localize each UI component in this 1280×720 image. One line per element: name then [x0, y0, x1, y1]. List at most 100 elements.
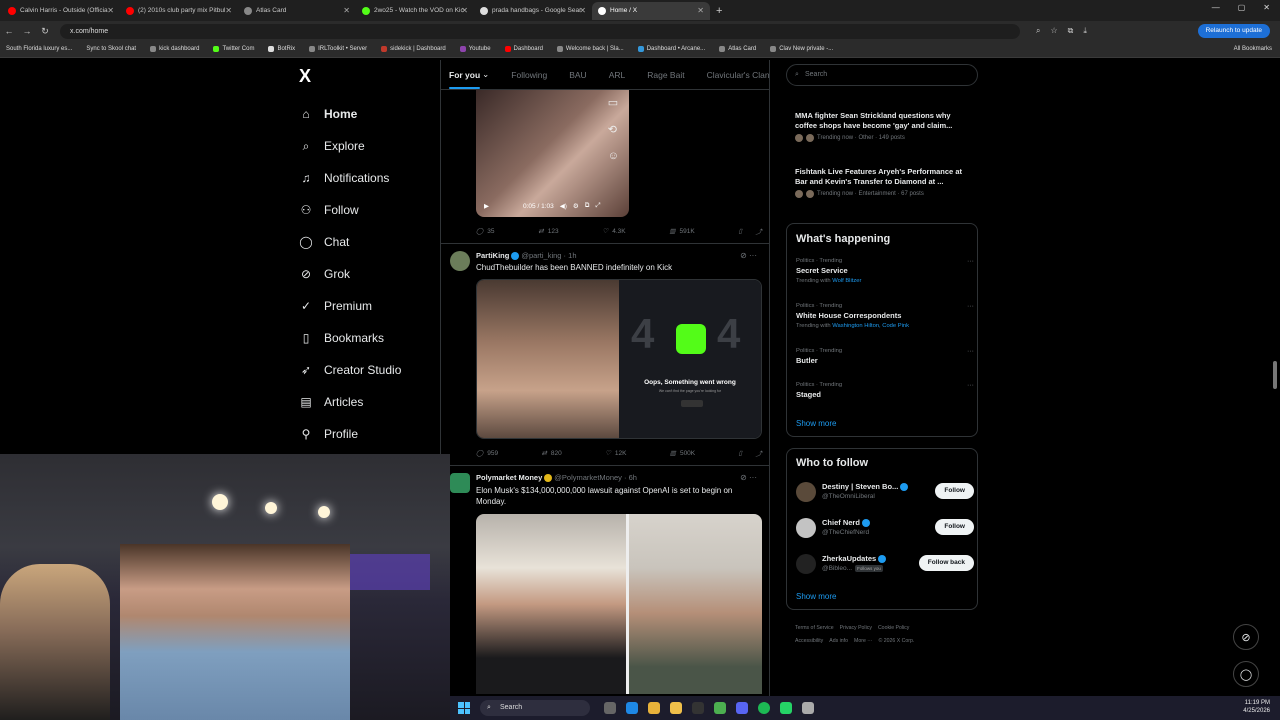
nav-item-chat[interactable]: ◯ Chat: [299, 226, 439, 258]
fullscreen-icon[interactable]: ⤢: [595, 202, 600, 210]
camera-icon[interactable]: ▭: [608, 96, 619, 109]
new-tab-button[interactable]: +: [716, 5, 722, 17]
nav-item-grok[interactable]: ⊘ Grok: [299, 258, 439, 290]
x-logo-icon[interactable]: X: [299, 66, 311, 87]
trend-item[interactable]: Politics · Trending Secret Service Trendin…: [796, 258, 974, 284]
close-tab-icon[interactable]: ✕: [697, 6, 704, 15]
maximize-icon[interactable]: ▢: [1238, 3, 1246, 12]
follow-button[interactable]: Follow: [935, 519, 974, 535]
star-icon[interactable]: ☆: [1050, 26, 1057, 36]
views-button[interactable]: ▥ 500K: [670, 448, 695, 458]
bookmark-item[interactable]: Clav New private -...: [770, 46, 833, 52]
nav-item-bookmarks[interactable]: ▯ Bookmarks: [299, 322, 439, 354]
author-name[interactable]: Polymarket Money: [476, 473, 542, 482]
app-icon[interactable]: [626, 702, 638, 714]
clock[interactable]: 11:19 PM 4/25/2026: [1243, 699, 1270, 715]
bookmark-icon[interactable]: ▯: [739, 227, 743, 235]
post-image[interactable]: [476, 514, 762, 694]
nav-item-articles[interactable]: ▤ Articles: [299, 386, 439, 418]
tab-arl[interactable]: ARL: [609, 70, 626, 80]
suggestion-name[interactable]: Chief Nerd: [822, 518, 872, 528]
video-player[interactable]: ▭ ⟲ ☺ ▶ 0:05 / 1:03 ◀) ⚙ ⧉ ⤢: [476, 90, 629, 217]
browser-tab[interactable]: Home / X ✕: [592, 1, 710, 20]
footer-link[interactable]: Cookie Policy: [878, 625, 909, 631]
extensions-icon[interactable]: ⧉: [1068, 26, 1074, 36]
volume-icon[interactable]: ◀): [560, 202, 567, 210]
close-tab-icon[interactable]: ✕: [225, 6, 232, 15]
tab-following[interactable]: Following: [511, 70, 547, 80]
scrollbar[interactable]: [1273, 61, 1277, 716]
all-bookmarks[interactable]: All Bookmarks: [1234, 46, 1272, 52]
follow-button[interactable]: Follow: [935, 483, 974, 499]
nav-item-premium[interactable]: ✓ Premium: [299, 290, 439, 322]
like-button[interactable]: ♡ 4.3K: [602, 226, 625, 236]
show-more-link[interactable]: Show more: [796, 592, 836, 601]
spotify-icon[interactable]: [758, 702, 770, 714]
trend-item[interactable]: Politics · Trending White House Correspon…: [796, 303, 974, 329]
nav-item-follow[interactable]: ⚇ Follow: [299, 194, 439, 226]
footer-link[interactable]: Accessibility: [795, 638, 823, 644]
reply-button[interactable]: ◯ 959: [476, 448, 498, 458]
settings-icon[interactable]: ⚙: [573, 202, 579, 210]
avatar[interactable]: [796, 482, 816, 502]
footer-link[interactable]: © 2026 X Corp.: [878, 638, 914, 644]
taskbar-search[interactable]: ⌕ Search: [480, 700, 590, 716]
more-icon[interactable]: ⊘ ···: [740, 251, 757, 260]
download-icon[interactable]: ⤓: [1083, 26, 1087, 36]
tab-rage-bait[interactable]: Rage Bait: [647, 70, 684, 80]
footer-link[interactable]: More ···: [854, 638, 872, 644]
play-icon[interactable]: ▶: [484, 202, 489, 210]
bookmark-item[interactable]: BotRix: [268, 46, 295, 52]
browser-tab[interactable]: 2wo25 - Watch the VOD on Kic ✕: [356, 2, 474, 20]
author-name[interactable]: PartiKing: [476, 251, 509, 260]
relaunch-button[interactable]: Relaunch to update: [1197, 24, 1270, 38]
browser-tab[interactable]: prada handbags - Google Sear ✕: [474, 2, 592, 20]
nav-item-notifications[interactable]: ♫ Notifications: [299, 162, 439, 194]
trend-item[interactable]: Politics · Trending Butler ···: [796, 348, 974, 365]
follow-button[interactable]: Follow back: [918, 555, 974, 571]
app-icon[interactable]: [780, 702, 792, 714]
app-icon[interactable]: [802, 702, 814, 714]
avatar[interactable]: [796, 554, 816, 574]
nav-item-home[interactable]: ⌂ Home: [299, 98, 439, 130]
bookmark-item[interactable]: Twitter Com: [213, 46, 254, 52]
tab-for-you[interactable]: For you: [449, 70, 481, 89]
forward-icon[interactable]: →: [18, 26, 36, 36]
footer-link[interactable]: Privacy Policy: [840, 625, 872, 631]
tab-bau[interactable]: BAU: [569, 70, 586, 80]
bookmark-item[interactable]: Sync to Skool chat: [86, 46, 136, 52]
suggestion-name[interactable]: Destiny | Steven Bo...: [822, 482, 910, 492]
nav-item-profile[interactable]: ⚲ Profile: [299, 418, 439, 450]
share-icon[interactable]: ⤴: [756, 226, 763, 236]
post-image[interactable]: 4 4 Oops, Something went wrong We can't …: [476, 279, 762, 439]
chrome-icon[interactable]: [648, 702, 660, 714]
repost-button[interactable]: ⇄ 820: [541, 448, 561, 458]
like-button[interactable]: ♡ 12K: [605, 448, 626, 458]
bookmark-item[interactable]: IRLToolkit • Server: [309, 46, 367, 52]
close-tab-icon[interactable]: ✕: [107, 6, 114, 15]
nav-item-creator-studio[interactable]: ➶ Creator Studio: [299, 354, 439, 386]
bookmark-item[interactable]: kick dashboard: [150, 46, 199, 52]
trend-item[interactable]: Politics · Trending Staged ···: [796, 382, 974, 399]
follow-suggestion[interactable]: Destiny | Steven Bo... @TheOmniLiberal Fol…: [796, 480, 974, 506]
trending-story[interactable]: MMA fighter Sean Strickland questions wh…: [795, 111, 973, 142]
rotate-icon[interactable]: ⟲: [608, 123, 619, 136]
author-handle[interactable]: @parti_king · 1h: [521, 251, 576, 260]
bookmark-icon[interactable]: ▯: [738, 449, 742, 457]
more-icon[interactable]: ···: [967, 382, 974, 389]
app-icon[interactable]: [692, 702, 704, 714]
browser-tab[interactable]: Atlas Card ✕: [238, 2, 356, 20]
repost-button[interactable]: ⇄ 123: [538, 226, 558, 236]
author-handle[interactable]: @PolymarketMoney · 6h: [554, 473, 637, 482]
messages-icon[interactable]: ◯: [1233, 661, 1259, 687]
trending-story[interactable]: Fishtank Live Features Aryeh's Performan…: [795, 167, 973, 198]
avatar[interactable]: [796, 518, 816, 538]
folder-icon[interactable]: [670, 702, 682, 714]
chrome-icon[interactable]: [714, 702, 726, 714]
browser-tab[interactable]: Calvin Harris - Outside (Officia ✕: [2, 2, 120, 20]
bookmark-item[interactable]: Atlas Card: [719, 46, 756, 52]
follow-suggestion[interactable]: Chief Nerd @TheChiefNerd Follow: [796, 516, 974, 542]
suggestion-name[interactable]: ZherkaUpdates: [822, 554, 888, 564]
more-icon[interactable]: ···: [967, 303, 974, 310]
more-icon[interactable]: ···: [967, 348, 974, 355]
